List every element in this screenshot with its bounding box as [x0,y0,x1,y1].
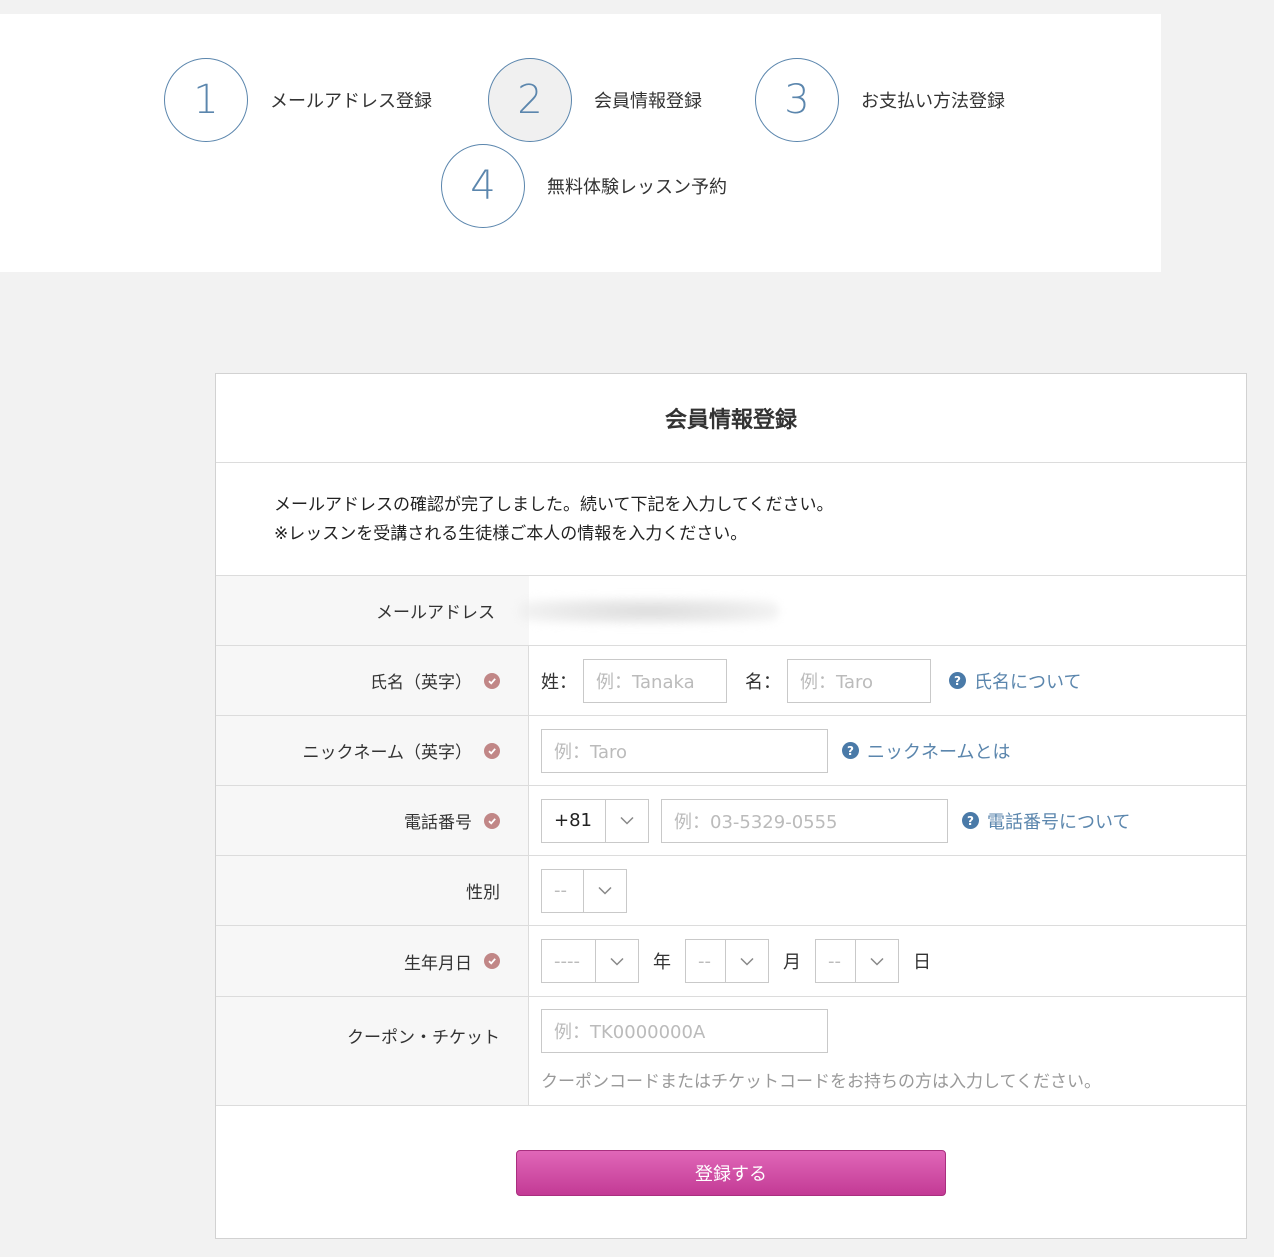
birthday-fields: ---- 年 -- 月 -- 日 [529,926,1246,996]
phone-fields: +81 例：03-5329-0555 ? 電話番号について [529,786,1246,855]
step-number: 2 [488,58,572,142]
birthday-label: 生年月日 [216,926,529,996]
step-label: 会員情報登録 [594,91,702,112]
nickname-input[interactable]: 例：Taro [541,728,828,773]
phone-label-text: 電話番号 [404,813,472,833]
intro-line-1: メールアドレスの確認が完了しました。続いて下記を入力してください。 [274,495,834,515]
day-unit: 日 [913,952,931,973]
chevron-down-icon [605,799,648,842]
chevron-down-icon [595,940,638,982]
year-unit: 年 [653,952,671,973]
birthday-row: 生年月日 ---- 年 -- 月 -- 日 [216,926,1246,997]
step-4: 4 無料体験レッスン予約 [441,144,727,228]
birthday-label-text: 生年月日 [404,953,472,974]
step-indicator: 1 メールアドレス登録 2 会員情報登録 3 お支払い方法登録 4 無料体験レッ… [0,14,1161,272]
gender-label-text: 性別 [466,883,500,903]
last-name-prefix: 姓： [541,671,577,693]
nickname-label-text: ニックネーム（英字） [302,743,473,763]
form-title: 会員情報登録 [216,374,1246,463]
nickname-fields: 例：Taro ? ニックネームとは [529,716,1246,785]
first-name-input[interactable]: 例：Taro [787,658,931,703]
name-label: 氏名（英字） [216,646,529,715]
country-code-select[interactable]: +81 [541,798,649,843]
coupon-input[interactable]: 例：TK0000000A [541,1009,828,1053]
name-help-link[interactable]: ? 氏名について [949,668,1081,694]
phone-label: 電話番号 [216,786,529,855]
step-1: 1 メールアドレス登録 [164,58,432,142]
phone-help-link[interactable]: ? 電話番号について [962,808,1130,834]
last-name-input[interactable]: 例：Tanaka [583,658,727,703]
gender-label: 性別 [216,856,529,925]
birth-year-select[interactable]: ---- [541,939,639,983]
question-circle-icon: ? [962,812,979,829]
name-row: 氏名（英字） 姓： 例：Tanaka 名： 例：Taro ? 氏名について [216,646,1246,716]
name-fields: 姓： 例：Tanaka 名： 例：Taro ? 氏名について [529,646,1246,715]
phone-row: 電話番号 +81 例：03-5329-0555 ? 電話番号について [216,786,1246,856]
step-label: 無料体験レッスン予約 [547,177,727,198]
email-label: メールアドレス [216,576,529,645]
month-unit: 月 [783,952,801,973]
chevron-down-icon [855,940,898,982]
register-button[interactable]: 登録する [516,1150,946,1196]
gender-row: 性別 -- [216,856,1246,926]
nickname-help-link[interactable]: ? ニックネームとは [842,738,1010,764]
birth-month-select[interactable]: -- [685,939,769,983]
coupon-label-text: クーポン・チケット [347,1028,500,1048]
email-row: メールアドレス [216,576,1246,646]
birth-year-value: ---- [554,950,580,972]
step-2-current: 2 会員情報登録 [488,58,702,142]
email-value [519,576,1246,645]
coupon-label: クーポン・チケット [216,997,529,1105]
step-label: お支払い方法登録 [861,91,1005,112]
first-name-prefix: 名： [745,671,781,693]
birth-day-value: -- [828,950,841,972]
gender-fields: -- [529,856,1246,925]
coupon-fields: 例：TK0000000A クーポンコードまたはチケットコードをお持ちの方は入力し… [529,997,1246,1105]
step-3: 3 お支払い方法登録 [755,58,1005,142]
question-circle-icon: ? [949,672,966,689]
coupon-hint: クーポンコードまたはチケットコードをお持ちの方は入力してください。 [541,1072,1101,1092]
country-code-value: +81 [554,810,592,831]
step-number: 3 [755,58,839,142]
email-value-blurred [519,597,779,624]
gender-select[interactable]: -- [541,868,627,913]
nickname-help-text[interactable]: ニックネームとは [867,738,1010,764]
nickname-label: ニックネーム（英字） [216,716,529,785]
nickname-row: ニックネーム（英字） 例：Taro ? ニックネームとは [216,716,1246,786]
name-help-text[interactable]: 氏名について [974,668,1081,694]
form-intro: メールアドレスの確認が完了しました。続いて下記を入力してください。 ※レッスンを… [216,463,1246,576]
member-info-form: 会員情報登録 メールアドレスの確認が完了しました。続いて下記を入力してください。… [215,373,1247,1239]
step-label: メールアドレス登録 [270,91,432,112]
check-circle-icon [484,742,500,759]
question-circle-icon: ? [842,742,859,759]
email-label-text: メールアドレス [376,603,495,623]
birth-day-select[interactable]: -- [815,939,899,983]
check-circle-icon [484,953,500,969]
birth-month-value: -- [698,950,711,972]
check-circle-icon [484,812,500,829]
phone-help-text[interactable]: 電話番号について [987,808,1130,834]
step-number: 4 [441,144,525,228]
gender-value: -- [554,880,567,901]
coupon-row: クーポン・チケット 例：TK0000000A クーポンコードまたはチケットコード… [216,997,1246,1106]
phone-input[interactable]: 例：03-5329-0555 [661,798,948,843]
step-number: 1 [164,58,248,142]
intro-line-2: ※レッスンを受講される生徒様ご本人の情報を入力ください。 [274,524,748,544]
chevron-down-icon [583,869,626,912]
chevron-down-icon [725,940,768,982]
check-circle-icon [484,672,500,689]
name-label-text: 氏名（英字） [370,673,472,693]
submit-area: 登録する [216,1106,1246,1238]
